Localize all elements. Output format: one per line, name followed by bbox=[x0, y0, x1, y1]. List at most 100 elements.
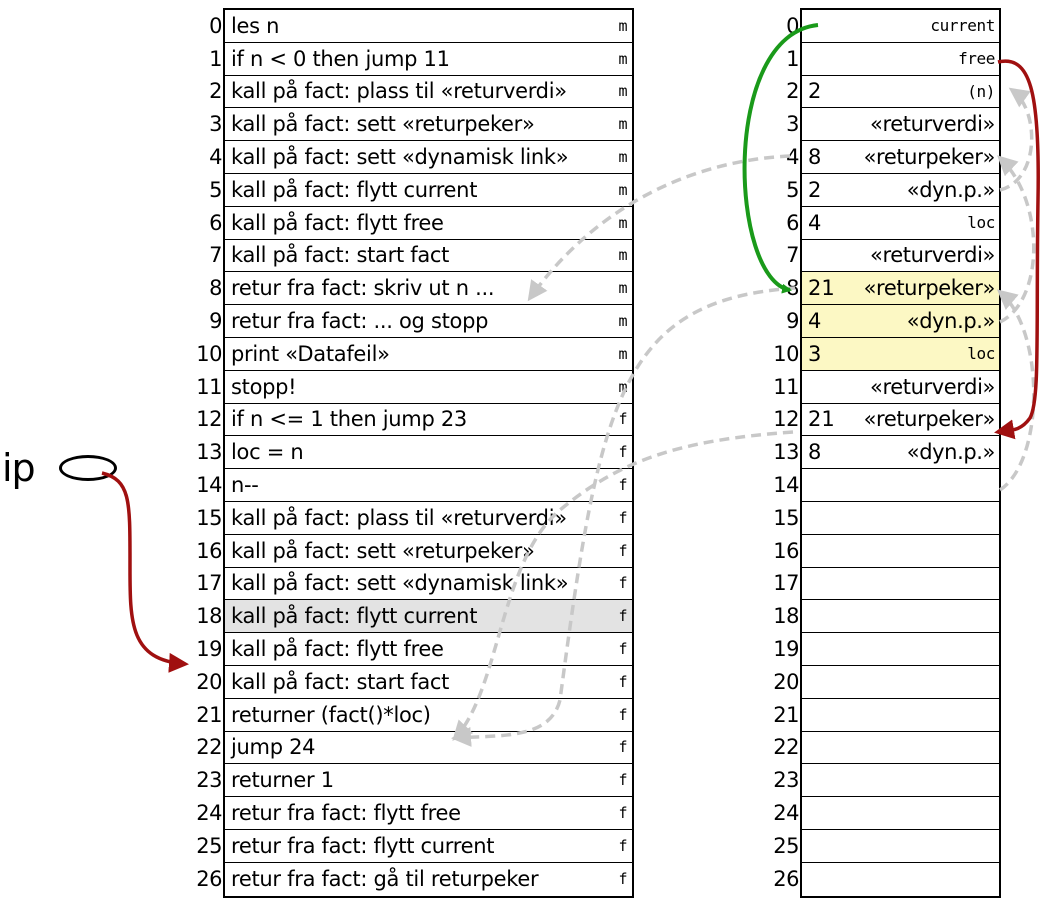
code-row: 19 kall på fact: flytt free f bbox=[196, 633, 632, 666]
code-row-text: kall på fact: flytt current bbox=[231, 604, 478, 629]
memory-cell: 4 8 «returpeker» bbox=[786, 141, 999, 174]
memory-address: 6 bbox=[786, 210, 799, 235]
code-row: 22 jump 24 f bbox=[196, 732, 632, 765]
memory-value: 8 bbox=[808, 440, 822, 465]
memory-label: «returverdi» bbox=[870, 243, 995, 268]
memory-address: 9 bbox=[786, 309, 799, 334]
code-row-index: 14 bbox=[196, 473, 222, 498]
code-row: 23 returner 1 f bbox=[196, 764, 632, 798]
memory-cell: 2 2 (n) bbox=[786, 76, 999, 109]
code-row-tag: f bbox=[618, 541, 628, 560]
code-row-index: 20 bbox=[196, 669, 222, 694]
code-row: 2 kall på fact: plass til «returverdi» m bbox=[209, 76, 632, 109]
memory-address: 10 bbox=[773, 341, 799, 366]
memory-address: 25 bbox=[773, 833, 799, 858]
code-row: 1 if n < 0 then jump 11 m bbox=[209, 43, 632, 76]
memory-value: 4 bbox=[808, 210, 822, 235]
code-row-index: 5 bbox=[209, 177, 222, 202]
code-row-index: 24 bbox=[196, 801, 222, 826]
memory-label: «returverdi» bbox=[870, 374, 995, 399]
code-row-index: 23 bbox=[196, 768, 222, 793]
code-row-text: if n < 0 then jump 11 bbox=[231, 46, 450, 71]
code-row: 8 retur fra fact: skriv ut n ... m bbox=[209, 272, 632, 306]
memory-address: 24 bbox=[773, 801, 799, 826]
code-row-index: 21 bbox=[196, 702, 222, 727]
memory-value: 2 bbox=[808, 79, 822, 104]
memory-address: 21 bbox=[773, 702, 799, 727]
memory-cell: 25 bbox=[773, 830, 999, 863]
memory-address: 15 bbox=[773, 505, 799, 530]
memory-value: 8 bbox=[808, 145, 822, 170]
code-row-tag: m bbox=[618, 312, 628, 331]
memory-label: «returpeker» bbox=[863, 407, 996, 432]
code-row-tag: m bbox=[618, 16, 628, 35]
memory-cell: 7 «returverdi» bbox=[786, 240, 999, 273]
code-row-index: 17 bbox=[196, 571, 222, 596]
code-row-tag: f bbox=[618, 870, 628, 889]
code-row-tag: f bbox=[618, 508, 628, 527]
code-row-index: 12 bbox=[196, 407, 222, 432]
code-row-tag: m bbox=[618, 344, 628, 363]
memory-cell: 19 bbox=[773, 633, 999, 666]
code-row: 13 loc = n f bbox=[196, 436, 632, 470]
code-row: 25 retur fra fact: flytt current f bbox=[196, 830, 632, 863]
code-row-index: 13 bbox=[196, 440, 222, 465]
memory-address: 5 bbox=[786, 177, 799, 202]
code-row-index: 11 bbox=[196, 374, 222, 399]
dynamic-link-arrow bbox=[999, 87, 1034, 192]
memory-cell: 16 bbox=[773, 535, 999, 568]
code-row-index: 25 bbox=[196, 833, 222, 858]
code-row: 0 les n m bbox=[209, 10, 632, 43]
code-table: 0 les n m 1 if n < 0 then jump 11 m 2 kall på f… bbox=[196, 8, 634, 898]
code-row-index: 1 bbox=[209, 46, 222, 71]
code-row-tag: m bbox=[618, 148, 628, 167]
memory-value: 21 bbox=[808, 276, 835, 301]
memory-cell: 20 bbox=[773, 666, 999, 699]
memory-cell: 9 4 «dyn.p.» bbox=[786, 305, 999, 338]
code-row-tag: m bbox=[618, 213, 628, 232]
memory-address: 20 bbox=[773, 669, 799, 694]
code-row-text: kall på fact: plass til «returverdi» bbox=[231, 79, 567, 104]
code-row: 21 returner (fact()*loc) f bbox=[196, 699, 632, 732]
code-row: 6 kall på fact: flytt free m bbox=[209, 207, 632, 240]
code-row-tag: f bbox=[618, 836, 628, 855]
code-row-index: 15 bbox=[196, 505, 222, 530]
code-row-index: 19 bbox=[196, 637, 222, 662]
memory-address: 1 bbox=[786, 46, 799, 71]
code-row-text: retur fra fact: ... og stopp bbox=[231, 309, 489, 334]
memory-cell: 23 bbox=[773, 764, 999, 798]
memory-label: «dyn.p.» bbox=[906, 309, 996, 334]
memory-label: «returverdi» bbox=[870, 112, 995, 137]
code-row: 18 kall på fact: flytt current f bbox=[196, 600, 632, 634]
memory-address: 16 bbox=[773, 538, 799, 563]
code-row-index: 4 bbox=[209, 145, 222, 170]
memory-label: current bbox=[930, 16, 995, 36]
code-row-tag: f bbox=[618, 410, 628, 429]
memory-cell: 11 «returverdi» bbox=[773, 371, 999, 404]
code-row-text: n-- bbox=[231, 473, 259, 498]
code-row-text: kall på fact: flytt current bbox=[231, 177, 478, 202]
memory-address: 2 bbox=[786, 79, 799, 104]
code-row-index: 26 bbox=[196, 867, 222, 892]
code-row-text: les n bbox=[231, 13, 280, 38]
memory-cell: 21 bbox=[773, 699, 999, 732]
memory-cell: 26 bbox=[773, 863, 999, 896]
code-row: 16 kall på fact: sett «returpeker» f bbox=[196, 535, 632, 568]
code-row-tag: f bbox=[618, 476, 628, 495]
memory-label: free bbox=[958, 49, 995, 69]
code-row-text: jump 24 bbox=[231, 735, 316, 760]
memory-address: 8 bbox=[786, 276, 799, 301]
memory-cell: 12 21 «returpeker» bbox=[773, 404, 999, 437]
free-pointer-arrow bbox=[994, 59, 1040, 440]
memory-address: 19 bbox=[773, 637, 799, 662]
code-row: 17 kall på fact: sett «dynamisk link» f bbox=[196, 568, 632, 601]
code-row-index: 18 bbox=[196, 604, 222, 629]
code-row-tag: f bbox=[618, 640, 628, 659]
memory-address: 4 bbox=[786, 145, 799, 170]
memory-cell: 10 3 loc bbox=[773, 337, 999, 371]
memory-value: 4 bbox=[808, 309, 822, 334]
code-row-index: 3 bbox=[209, 112, 222, 137]
ip-pointer-arrow bbox=[101, 471, 189, 673]
code-row-text: kall på fact: sett «returpeker» bbox=[231, 112, 535, 137]
memory-value: 3 bbox=[808, 341, 822, 366]
